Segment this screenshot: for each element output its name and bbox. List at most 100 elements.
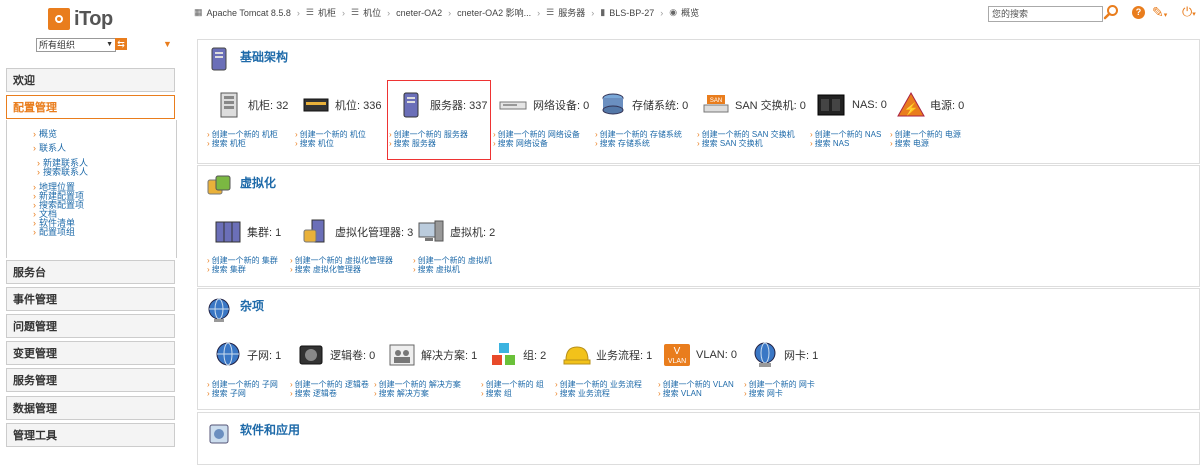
server-item[interactable]: 服务器: 337 — [397, 91, 487, 119]
create-rack-link[interactable]: 创建一个新的 机柜 — [207, 130, 278, 139]
virtual-machine-item[interactable]: 虚拟机: 2 — [417, 218, 495, 246]
hypervisor-item[interactable]: 虚拟化管理器: 3 — [302, 218, 413, 246]
search-enclosure-link[interactable]: 搜索 机位 — [295, 139, 334, 148]
group-links: 创建一个新的 组 搜索 组 — [481, 380, 544, 398]
search-nas-link[interactable]: 搜索 NAS — [810, 139, 849, 148]
create-solution-link[interactable]: 创建一个新的 解决方案 — [374, 380, 461, 389]
enclosure-icon: ☰ — [351, 7, 360, 17]
rack-item[interactable]: 机柜: 32 — [215, 91, 288, 119]
create-enclosure-link[interactable]: 创建一个新的 机位 — [295, 130, 366, 139]
vlan-item[interactable]: VLAN V VLAN: 0 — [663, 341, 737, 369]
search-storage-link[interactable]: 搜索 存储系统 — [595, 139, 650, 148]
search-business-process-link[interactable]: 搜索 业务流程 — [555, 389, 610, 398]
breadcrumb-item[interactable]: 机柜 — [318, 6, 336, 19]
create-logical-volume-link[interactable]: 创建一个新的 逻辑卷 — [290, 380, 369, 389]
search-network-device-link[interactable]: 搜索 网络设备 — [493, 139, 548, 148]
breadcrumb-item[interactable]: Apache Tomcat 8.5.8 — [207, 8, 291, 18]
search-farm-link[interactable]: 搜索 集群 — [207, 265, 246, 274]
virtualization-icon — [207, 175, 231, 195]
create-vlan-link[interactable]: 创建一个新的 VLAN — [658, 380, 734, 389]
item-label: 逻辑卷: 0 — [330, 350, 376, 362]
search-network-interface-link[interactable]: 搜索 网卡 — [744, 389, 783, 398]
submenu-contacts[interactable]: 联系人 — [33, 143, 66, 153]
itop-logo[interactable]: iTop — [48, 8, 113, 30]
search-solution-link[interactable]: 搜索 解决方案 — [374, 389, 429, 398]
menu-service-management[interactable]: 服务管理 — [6, 368, 175, 392]
business-process-item[interactable]: 业务流程: 1 — [563, 341, 652, 369]
item-label: 服务器: 337 — [430, 100, 488, 112]
enclosure-item[interactable]: 机位: 336 — [302, 91, 381, 119]
org-filter-button[interactable]: ⇆ — [115, 38, 127, 50]
create-group-link[interactable]: 创建一个新的 组 — [481, 380, 544, 389]
menu-label: 数据管理 — [13, 403, 57, 415]
create-business-process-link[interactable]: 创建一个新的 业务流程 — [555, 380, 642, 389]
create-farm-link[interactable]: 创建一个新的 集群 — [207, 256, 278, 265]
breadcrumb-item[interactable]: 服务器 — [558, 6, 585, 19]
item-label: 网卡: 1 — [784, 350, 819, 362]
breadcrumb-item[interactable]: cneter-OA2 — [396, 8, 442, 18]
item-label: 机柜: 32 — [248, 100, 289, 112]
search-subnet-link[interactable]: 搜索 子网 — [207, 389, 246, 398]
menu-config-management[interactable]: 配置管理 — [6, 95, 175, 119]
search-rack-link[interactable]: 搜索 机柜 — [207, 139, 246, 148]
search-san-switch-link[interactable]: 搜索 SAN 交换机 — [697, 139, 763, 148]
menu-data-management[interactable]: 数据管理 — [6, 396, 175, 420]
search-vm-link[interactable]: 搜索 虚拟机 — [413, 265, 460, 274]
menu-config-management-label: 配置管理 — [13, 102, 57, 114]
submenu-ci-groups[interactable]: 配置项组 — [33, 227, 75, 237]
create-network-device-link[interactable]: 创建一个新的 网络设备 — [493, 130, 580, 139]
create-san-switch-link[interactable]: 创建一个新的 SAN 交换机 — [697, 130, 795, 139]
search-group-link[interactable]: 搜索 组 — [481, 389, 512, 398]
pin-icon[interactable]: ▼ — [163, 40, 172, 49]
search-server-link[interactable]: 搜索 服务器 — [389, 139, 436, 148]
nas-item[interactable]: NAS: 0 — [815, 91, 887, 119]
item-label: 虚拟机: 2 — [450, 227, 496, 239]
power-source-item[interactable]: ⚡ 电源: 0 — [897, 91, 964, 119]
svg-text:VLAN: VLAN — [668, 358, 686, 365]
breadcrumb-item[interactable]: cneter-OA2 影响... — [457, 6, 531, 19]
breadcrumb-item[interactable]: 概览 — [681, 6, 699, 19]
menu-service-desk[interactable]: 服务台 — [6, 260, 175, 284]
warning-icon: ⚡ — [897, 91, 925, 117]
create-storage-link[interactable]: 创建一个新的 存储系统 — [595, 130, 682, 139]
create-server-link[interactable]: 创建一个新的 服务器 — [389, 130, 468, 139]
create-subnet-link[interactable]: 创建一个新的 子网 — [207, 380, 278, 389]
item-label: NAS: 0 — [852, 99, 887, 111]
create-hypervisor-link[interactable]: 创建一个新的 虚拟化管理器 — [290, 256, 393, 265]
breadcrumb-separator: › — [591, 7, 595, 18]
menu-welcome[interactable]: 欢迎 — [6, 68, 175, 92]
search-logical-volume-link[interactable]: 搜索 逻辑卷 — [290, 389, 337, 398]
group-item[interactable]: 组: 2 — [490, 341, 546, 369]
logical-volume-item[interactable]: 逻辑卷: 0 — [297, 341, 375, 369]
item-label: 网络设备: 0 — [533, 100, 590, 112]
menu-incident-management[interactable]: 事件管理 — [6, 287, 175, 311]
create-power-source-link[interactable]: 创建一个新的 电源 — [890, 130, 961, 139]
help-icon[interactable]: ? — [1132, 6, 1145, 19]
storage-item[interactable]: 存储系统: 0 — [599, 91, 688, 119]
create-nas-link[interactable]: 创建一个新的 NAS — [810, 130, 881, 139]
menu-admin-tools[interactable]: 管理工具 — [6, 423, 175, 447]
pencil-icon[interactable]: ✎▾ — [1152, 4, 1167, 21]
search-hypervisor-link[interactable]: 搜索 虚拟化管理器 — [290, 265, 361, 274]
farm-item[interactable]: 集群: 1 — [214, 218, 281, 246]
network-device-item[interactable]: 网络设备: 0 — [498, 91, 589, 119]
menu-problem-management[interactable]: 问题管理 — [6, 314, 175, 338]
menu-change-management[interactable]: 变更管理 — [6, 341, 175, 365]
search-power-source-link[interactable]: 搜索 电源 — [890, 139, 929, 148]
submenu-overview[interactable]: 概览 — [33, 129, 57, 139]
search-icon[interactable] — [1103, 4, 1119, 20]
subnet-item[interactable]: 子网: 1 — [214, 341, 281, 369]
search-vlan-link[interactable]: 搜索 VLAN — [658, 389, 702, 398]
breadcrumb-item[interactable]: 机位 — [363, 6, 381, 19]
organization-select[interactable]: 所有组织 ▼ — [36, 38, 116, 52]
hypervisor-icon — [303, 219, 325, 243]
network-interface-item[interactable]: 网卡: 1 — [751, 341, 818, 369]
solution-item[interactable]: 解决方案: 1 — [388, 341, 477, 369]
san-switch-item[interactable]: SAN SAN 交换机: 0 — [702, 91, 806, 119]
create-network-interface-link[interactable]: 创建一个新的 网卡 — [744, 380, 815, 389]
power-icon[interactable]: ⏻▾ — [1182, 4, 1196, 20]
create-vm-link[interactable]: 创建一个新的 虚拟机 — [413, 256, 492, 265]
submenu-search-contact[interactable]: 搜索联系人 — [37, 167, 88, 177]
search-input[interactable]: 您的搜索 — [988, 6, 1103, 22]
breadcrumb-item[interactable]: BLS-BP-27 — [609, 8, 654, 18]
